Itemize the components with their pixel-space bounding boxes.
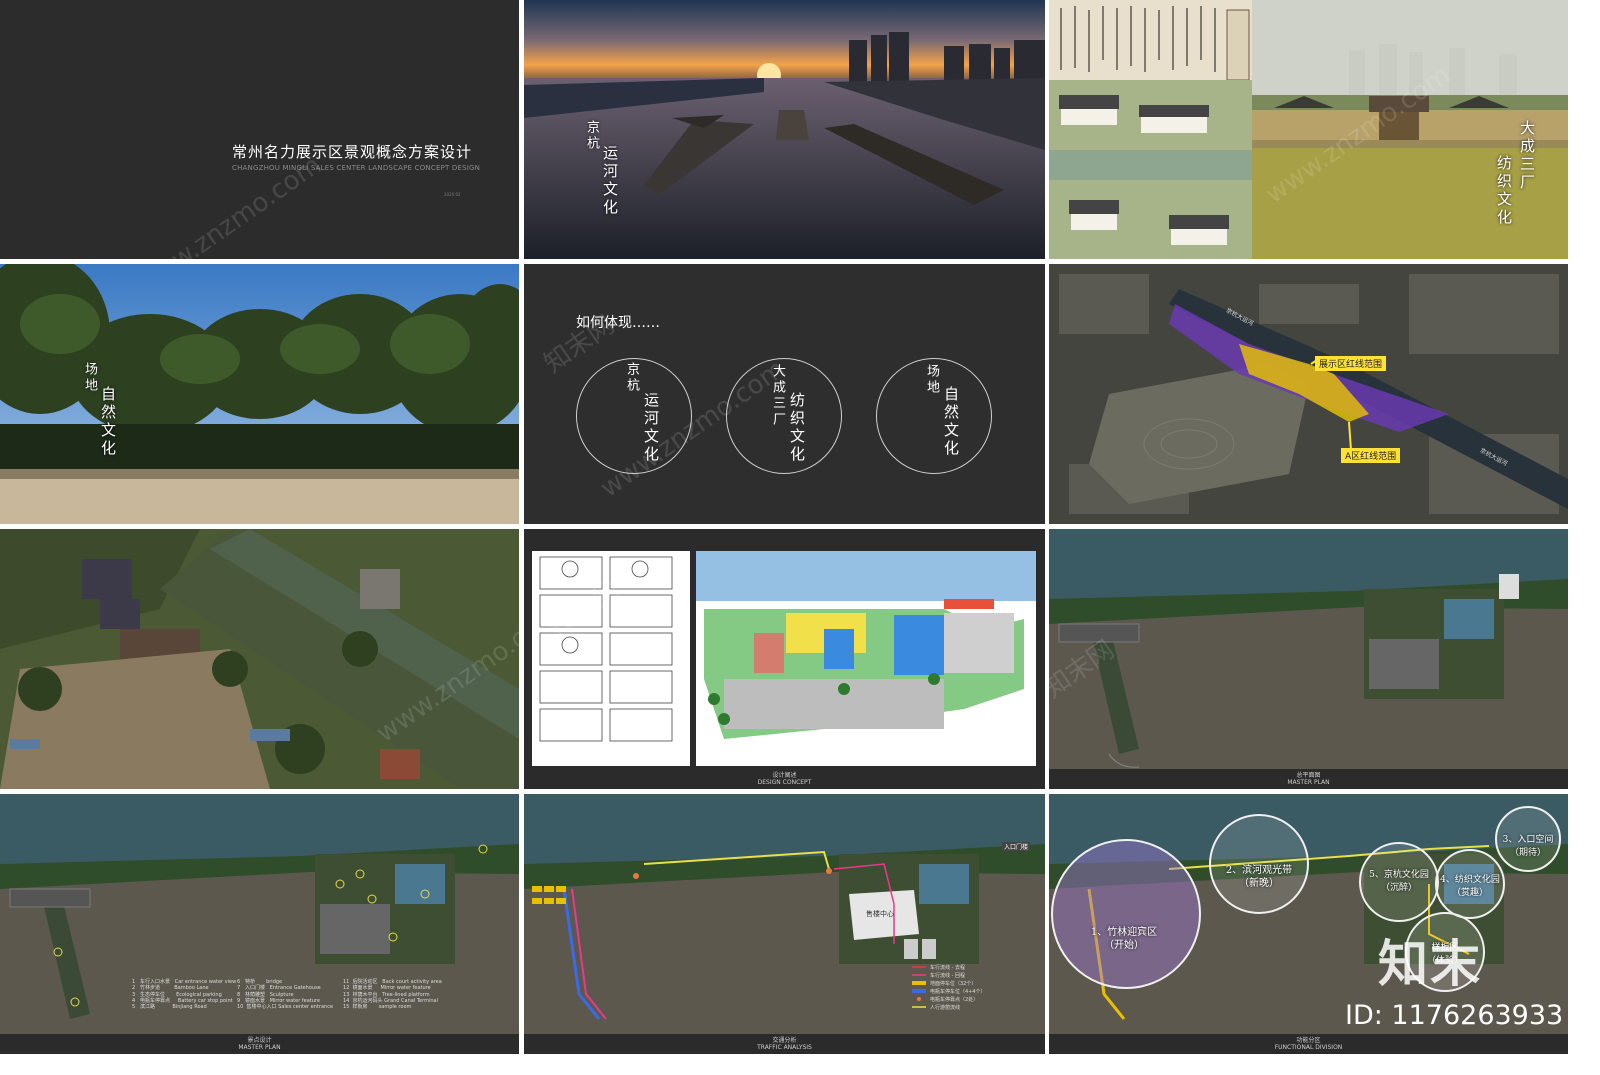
watermark-site: www.znzmo.com — [131, 150, 327, 259]
trees-label-a: 场地 — [82, 362, 97, 394]
canal-photo: 京杭 运河文化 — [524, 0, 1045, 259]
sketch-caption-cn: 设计阐述 — [772, 772, 797, 779]
sketch-caption-en: DESIGN CONCEPT — [757, 779, 812, 786]
trees-photo-image — [0, 264, 519, 524]
master-plan-legend-caption-en: MASTER PLAN — [238, 1044, 281, 1051]
master-plan-legend-caption-cn: 景点设计 — [247, 1037, 272, 1044]
textile-label-a: 大成三厂 — [1518, 120, 1536, 192]
master-plan-legend-col3: 11 后院活动区 Back court activity area 12 镜面水… — [343, 979, 442, 1011]
sketch-image — [532, 551, 1036, 766]
master-plan-legend-col2: 6 特桥 bridge 7 入口门楼 Entrance Gatehouse 8 … — [237, 979, 334, 1011]
site-map: 展示区红线范围 A区红线范围 京杭大运河 京杭大运河 — [1049, 264, 1568, 524]
master-plan-caption-cn: 总平面图 — [1296, 772, 1321, 779]
site-map-image — [1049, 264, 1568, 524]
brand-watermark-logo: 知末 — [1378, 935, 1482, 993]
master-plan-legend-col1: 1 车行入口水景 Car entrance water view 2 竹林步道 … — [132, 979, 237, 1011]
concept-slide: 如何体现…… 京杭 运河文化 大成三厂 纺织文化 场地 自然文化 知末网 www… — [524, 264, 1045, 524]
trees-label-b: 自然文化 — [99, 386, 117, 458]
master-plan-legend-slide: 1 车行入口水景 Car entrance water view 2 竹林步道 … — [0, 794, 519, 1054]
concept-circle-3-a: 场地 — [924, 364, 939, 396]
cover-title-cn: 常州名力展示区景观概念方案设计 — [232, 143, 473, 161]
cover-date: 2020.02 — [444, 192, 461, 197]
concept-circle-1-a: 京杭 — [624, 362, 639, 394]
traffic-gate-label: 入口门楼 — [1002, 842, 1031, 851]
aerial-photo-image — [0, 529, 519, 789]
trees-photo: 场地 自然文化 — [0, 264, 519, 524]
canal-label-a: 京杭 — [584, 120, 599, 152]
textile-photo: 大成三厂 纺织文化 www.znzmo.com — [1049, 0, 1568, 259]
textile-label-b: 纺织文化 — [1495, 155, 1513, 227]
zone-label-4: 4、纺织文化园 （赏趣） — [1440, 875, 1500, 898]
traffic-analysis-image — [524, 794, 1045, 1034]
concept-circle-3-b: 自然文化 — [942, 386, 960, 458]
sketch-slide: 设计阐述 DESIGN CONCEPT 知末网 — [524, 529, 1045, 789]
label-display-range: 展示区红线范围 — [1315, 356, 1387, 371]
cover-title-en: CHANGZHOU MINGLI SALES CENTER LANDSCAPE … — [232, 164, 481, 172]
canal-label-b: 运河文化 — [601, 145, 619, 217]
zone-label-5: 5、京杭文化园 （沉醉） — [1369, 870, 1429, 893]
functional-caption-en: FUNCTIONAL DIVISION — [1274, 1044, 1343, 1051]
zone-circle-1 — [1051, 839, 1201, 989]
traffic-center-label: 售楼中心 — [866, 910, 894, 918]
traffic-analysis-slide: 售楼中心 入口门楼 车行流线 - 去程 车行流线 - 回程 地面停车位（32个）… — [524, 794, 1045, 1054]
master-plan: 总平面图 MASTER PLAN 知末网 — [1049, 529, 1568, 789]
functional-caption-cn: 功能分区 — [1296, 1037, 1321, 1044]
master-plan-legend-image — [0, 794, 519, 1034]
master-plan-caption-en: MASTER PLAN — [1287, 779, 1330, 786]
zone-label-3: 3、入口空间 （期待） — [1502, 835, 1554, 858]
aerial-photo: www.znzmo.com — [0, 529, 519, 789]
traffic-caption-cn: 交通分析 — [772, 1037, 797, 1044]
brand-watermark-id: ID: 1176263933 — [1345, 1000, 1564, 1031]
zone-label-1: 1、竹林迎宾区 （开始） — [1090, 927, 1158, 951]
canal-photo-image — [524, 0, 1045, 259]
traffic-legend: 车行流线 - 去程 车行流线 - 回程 地面停车位（32个） 电瓶车停车位（4+… — [930, 965, 986, 1011]
cover-slide: 常州名力展示区景观概念方案设计 CHANGZHOU MINGLI SALES C… — [0, 0, 519, 259]
traffic-caption-en: TRAFFIC ANALYSIS — [757, 1044, 812, 1051]
zone-label-2: 2、滨河观光带 （新晚） — [1225, 865, 1293, 889]
textile-photo-image — [1049, 0, 1568, 259]
concept-circle-2-b: 纺织文化 — [788, 392, 806, 464]
master-plan-image — [1049, 529, 1568, 769]
label-a-range: A区红线范围 — [1341, 448, 1401, 463]
